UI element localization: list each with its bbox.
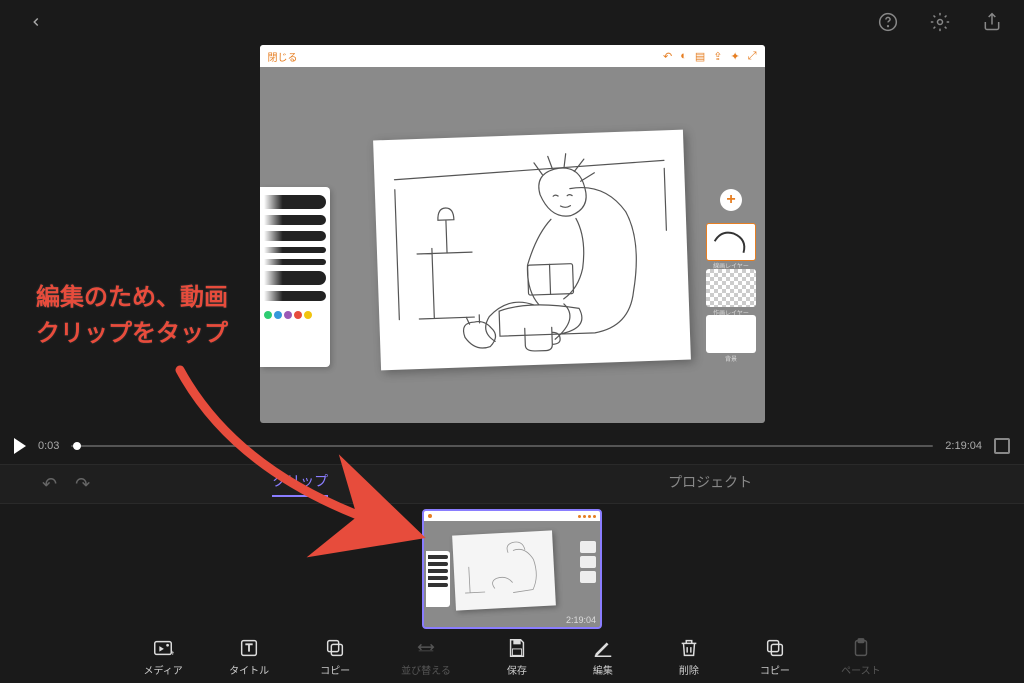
svg-text:+: + — [170, 648, 174, 657]
settings-icon[interactable] — [928, 10, 952, 34]
doc-close-label[interactable]: 閉じる — [268, 49, 298, 64]
layer-thumb-2[interactable]: 作画レイヤー — [706, 269, 756, 307]
brush-5[interactable] — [264, 259, 326, 265]
layers-panel: + 線画レイヤー 作画レイヤー 背景 — [704, 189, 759, 353]
tool-paste: ペースト — [841, 637, 881, 677]
clip-area: 2:19:04 — [0, 504, 1024, 634]
tab-clip[interactable]: クリップ — [272, 471, 328, 497]
document-toolbar: 閉じる ↶ ◐ ▤ ⇪ ✦ ⤢ — [260, 45, 765, 67]
back-button[interactable] — [24, 10, 48, 34]
layer-thumb-1[interactable]: 線画レイヤー — [706, 223, 756, 261]
scrubber[interactable] — [71, 445, 933, 447]
bottom-toolbar: + メディア タイトル コピー 並び替える 保存 編集 削除 コピー ペースト — [0, 631, 1024, 683]
clip-duration: 2:19:04 — [566, 615, 596, 625]
tool-save[interactable]: 保存 — [497, 637, 537, 677]
current-time: 0:03 — [38, 440, 59, 452]
add-layer-button[interactable]: + — [720, 189, 742, 211]
brush-2[interactable] — [264, 215, 326, 225]
edit-icon — [592, 637, 614, 659]
document-preview: 閉じる ↶ ◐ ▤ ⇪ ✦ ⤢ — [260, 45, 765, 423]
tool-reorder: 並び替える — [401, 637, 451, 677]
tool-copy2[interactable]: コピー — [755, 637, 795, 677]
brush-6[interactable] — [264, 271, 326, 285]
tab-row: ↶ ↷ クリップ プロジェクト — [0, 464, 1024, 504]
paste-icon — [850, 637, 872, 659]
total-time: 2:19:04 — [945, 440, 982, 452]
save-icon — [506, 637, 528, 659]
clip-thumbnail[interactable]: 2:19:04 — [422, 509, 602, 629]
copy2-icon — [764, 637, 786, 659]
title-icon — [238, 637, 260, 659]
brush-3[interactable] — [264, 231, 326, 241]
tool-delete[interactable]: 削除 — [669, 637, 709, 677]
drawing-canvas — [373, 130, 691, 371]
layer-thumb-3[interactable]: 背景 — [706, 315, 756, 353]
top-bar — [0, 0, 1024, 44]
undo-button[interactable]: ↶ — [42, 474, 57, 495]
layer-mini-icon[interactable]: ▤ — [695, 50, 705, 63]
undo-mini-icon[interactable]: ↶ — [663, 50, 672, 63]
tool-copy[interactable]: コピー — [315, 637, 355, 677]
play-button[interactable] — [14, 438, 26, 454]
brush-colors[interactable] — [264, 311, 326, 319]
reorder-icon — [415, 637, 437, 659]
brush-palette[interactable] — [260, 187, 330, 367]
adjust-mini-icon[interactable]: ◐ — [680, 50, 687, 63]
sparkle-mini-icon[interactable]: ✦ — [730, 50, 739, 63]
delete-icon — [678, 637, 700, 659]
expand-mini-icon[interactable]: ⤢ — [748, 50, 757, 63]
brush-4[interactable] — [264, 247, 326, 253]
tool-media[interactable]: + メディア — [143, 637, 183, 677]
tab-project[interactable]: プロジェクト — [668, 472, 752, 496]
redo-button[interactable]: ↷ — [75, 474, 90, 495]
tool-edit[interactable]: 編集 — [583, 637, 623, 677]
doc-tool-icons: ↶ ◐ ▤ ⇪ ✦ ⤢ — [663, 50, 757, 63]
preview-area: 閉じる ↶ ◐ ▤ ⇪ ✦ ⤢ — [0, 44, 1024, 424]
playback-bar: 0:03 2:19:04 — [0, 428, 1024, 464]
upload-mini-icon[interactable]: ⇪ — [713, 50, 722, 63]
copy-icon — [324, 637, 346, 659]
media-icon: + — [152, 637, 174, 659]
share-icon[interactable] — [980, 10, 1004, 34]
brush-7[interactable] — [264, 291, 326, 301]
help-icon[interactable] — [876, 10, 900, 34]
fullscreen-button[interactable] — [994, 438, 1010, 454]
tool-title[interactable]: タイトル — [229, 637, 269, 677]
brush-1[interactable] — [264, 195, 326, 209]
